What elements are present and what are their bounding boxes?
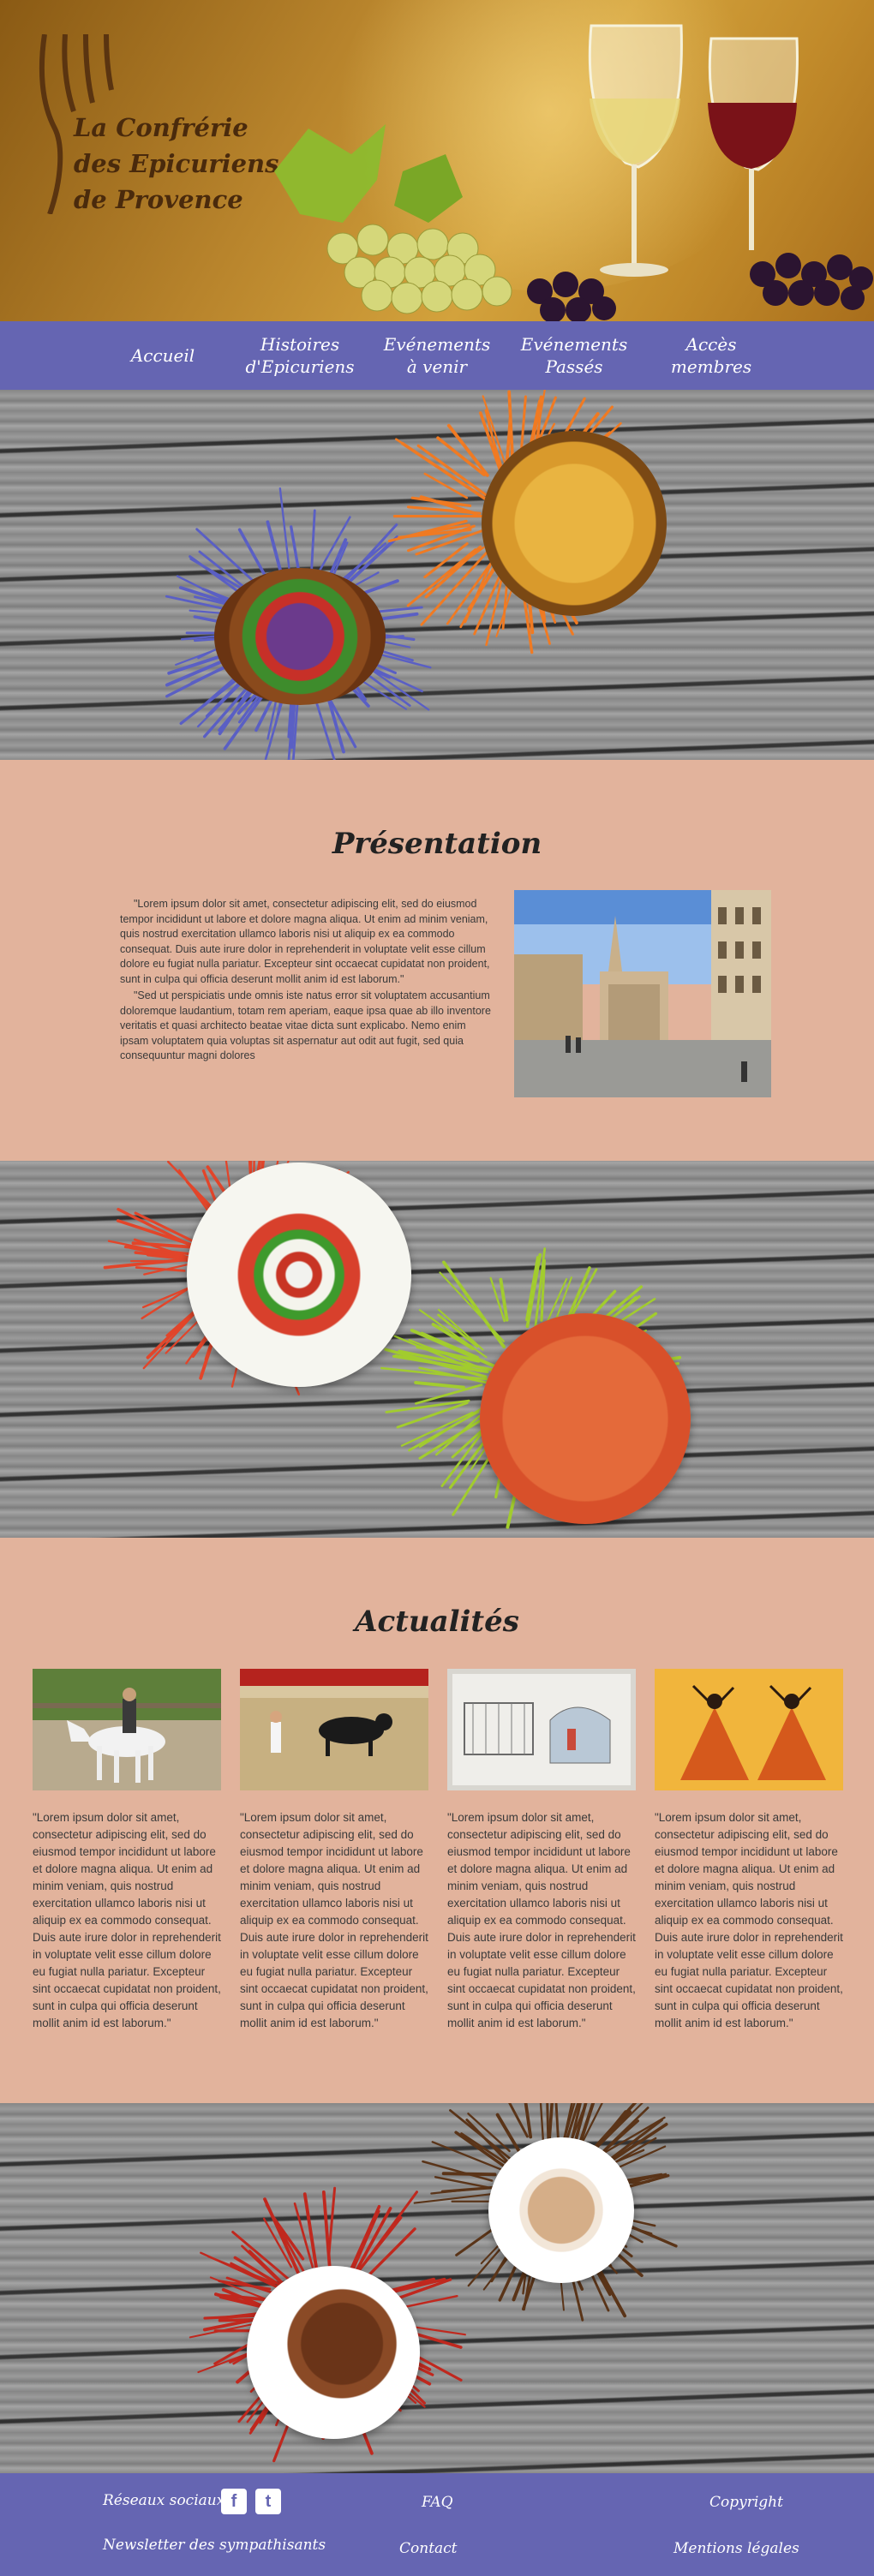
chips-bowl-image [482,431,667,616]
wood-banner-2 [0,1161,874,1538]
news-card[interactable]: "Lorem ipsum dolor sit amet, consectetur… [655,1669,843,2032]
news-card[interactable]: "Lorem ipsum dolor sit amet, consectetur… [240,1669,428,2032]
presentation-paragraph-2: "Sed ut perspiciatis unde omnis iste nat… [120,989,491,1061]
news-grid: "Lorem ipsum dolor sit amet, consectetur… [33,1669,843,2032]
actualites-title: Actualités [355,1605,519,1639]
presentation-title: Présentation [332,827,542,861]
burst-stroke [508,2103,529,2138]
nav-item-label: Accueil [130,345,195,366]
nav-item-histoires[interactable]: Histoires d'Epicuriens [231,333,368,378]
nav-item-evenements-passes[interactable]: Evénements Passés [506,333,643,378]
news-card[interactable]: "Lorem ipsum dolor sit amet, consectetur… [447,1669,636,2032]
burst-stroke [546,2103,550,2142]
nav-item-label-2: membres [670,356,752,377]
nav-item-label: Evénements [383,334,491,355]
wine-glasses-image [588,24,873,310]
facebook-icon[interactable]: f [221,2489,247,2514]
news-card-text: "Lorem ipsum dolor sit amet, consectetur… [655,1811,843,2029]
news-card-text: "Lorem ipsum dolor sit amet, consectetur… [447,1811,636,2029]
nav-item-label: Evénements [520,334,628,355]
social-networks-label: Réseaux sociaux [103,2492,225,2509]
caprese-plate-image [187,1162,411,1387]
burst-stroke [414,1380,465,1390]
news-card[interactable]: "Lorem ipsum dolor sit amet, consectetur… [33,1669,221,2032]
horse-rider-illustration [33,1669,221,1790]
burst-stroke [400,441,487,500]
logo-line-2: des Epicuriens [74,149,279,178]
nav-item-acces-membres[interactable]: Accès membres [643,333,780,378]
burst-stroke [525,1256,539,1321]
dessert-plate-image [247,2266,420,2439]
nav-item-evenements-a-venir[interactable]: Evénements à venir [368,333,506,378]
faq-link[interactable]: FAQ [422,2494,453,2511]
presentation-section: Présentation "Lorem ipsum dolor sit amet… [0,760,874,1161]
main-nav: Accueil Histoires d'Epicuriens Evénement… [0,321,874,390]
nav-item-label: Accès [685,334,737,355]
sketch-drawing-illustration [447,1669,636,1790]
logo-line-3: de Provence [74,185,243,214]
actualites-section: Actualités "Lorem ipsum dolor sit amet, … [0,1538,874,2103]
news-card-text: "Lorem ipsum dolor sit amet, consectetur… [33,1811,221,2029]
grapes-image [274,124,616,321]
salad-bowl-image [214,568,386,705]
nav-item-label: Histoires [260,334,340,355]
bull-arena-photo [240,1669,428,1790]
nav-item-label-2: d'Epicuriens [245,356,355,377]
bull-arena-illustration [240,1669,428,1790]
burst-stroke [135,1266,186,1272]
burst-stroke [554,2103,560,2139]
news-card-text: "Lorem ipsum dolor sit amet, consectetur… [240,1811,428,2029]
contact-link[interactable]: Contact [399,2540,458,2557]
horse-rider-photo [33,1669,221,1790]
dancers-illustration [655,1669,843,1790]
burst-stroke [400,1411,474,1447]
wood-banner-3 [0,2103,874,2473]
burst-stroke [218,2280,272,2291]
burst-stroke [321,2190,332,2275]
copyright-link[interactable]: Copyright [709,2494,783,2511]
arles-square-illustration [514,890,771,1097]
dancers-illustration-photo [655,1669,843,1790]
nav-item-label-2: à venir [406,356,468,377]
pizza-image [480,1313,691,1524]
sketch-drawing-photo [447,1669,636,1790]
burst-stroke [415,1384,483,1405]
nav-item-accueil[interactable]: Accueil [94,344,231,367]
presentation-text: "Lorem ipsum dolor sit amet, consectetur… [120,897,497,1066]
logo-line-1: La Confrérie [74,113,248,142]
social-icons: f t [221,2489,281,2514]
burst-stroke [141,1287,190,1320]
arles-square-photo [514,890,771,1097]
legal-notice-link[interactable]: Mentions légales [673,2540,799,2557]
burst-stroke [525,1252,542,1329]
burst-stroke [327,2186,337,2256]
newsletter-link[interactable]: Newsletter des sympathisants [103,2537,326,2554]
nav-item-label-2: Passés [545,356,603,377]
site-header: La Confrérie des Epicuriens de Provence [0,0,874,321]
coffee-cup-image [488,2137,634,2283]
twitter-icon[interactable]: t [255,2489,281,2514]
site-logo[interactable]: La Confrérie des Epicuriens de Provence [74,110,278,218]
site-footer: Réseaux sociaux f t Newsletter des sympa… [0,2473,874,2576]
presentation-paragraph-1: "Lorem ipsum dolor sit amet, consectetur… [120,898,490,985]
wood-banner-1 [0,390,874,760]
